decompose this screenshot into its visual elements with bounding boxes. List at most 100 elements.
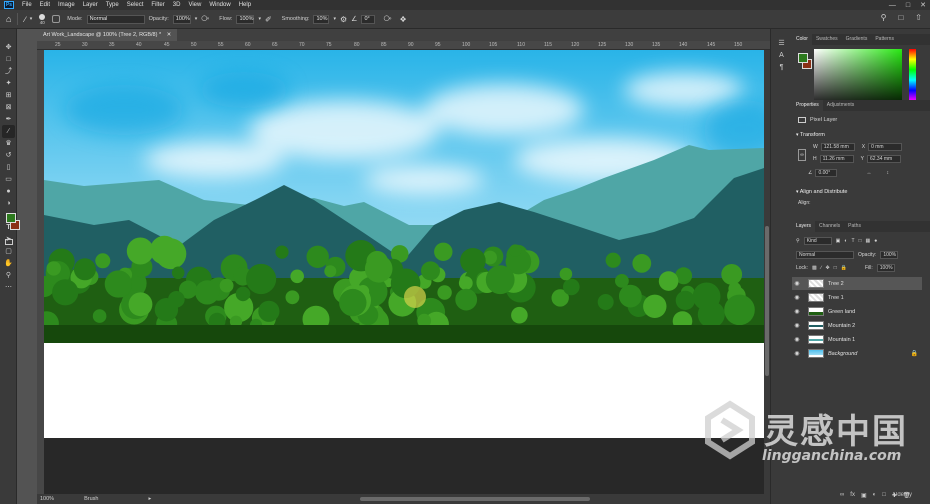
menu-window[interactable]: Window [205, 2, 234, 8]
close-icon[interactable]: ✕ [920, 1, 926, 9]
layer-row-mountain-2[interactable]: ◉ Mountain 2 [792, 319, 922, 332]
brush-tool-icon[interactable]: ∕ [2, 125, 15, 138]
eye-icon[interactable]: ◉ [792, 350, 802, 357]
filter-toggle-icon[interactable]: ● [874, 238, 877, 244]
layer-name[interactable]: Mountain 1 [828, 337, 855, 343]
brush-settings-icon[interactable] [52, 15, 61, 23]
character-panel-icon[interactable]: A [777, 51, 786, 60]
eye-icon[interactable]: ◉ [792, 308, 802, 315]
menu-select[interactable]: Select [123, 2, 148, 8]
filter-smart-icon[interactable]: ▦ [866, 238, 871, 244]
brush-preset-picker[interactable]: 40 [36, 13, 48, 25]
lock-brush-icon[interactable]: ∕ [821, 265, 822, 271]
canvas-area[interactable] [44, 50, 764, 494]
minimize-icon[interactable]: — [889, 2, 896, 9]
menu-image[interactable]: Image [54, 2, 79, 8]
mode-select[interactable]: Normal [86, 14, 145, 24]
tab-paths[interactable]: Paths [844, 221, 865, 232]
stamp-tool-icon[interactable]: ♛ [4, 139, 13, 148]
menu-type[interactable]: Type [102, 2, 123, 8]
tab-adjustments[interactable]: Adjustments [823, 100, 859, 111]
flip-horizontal-icon[interactable]: ↔ [866, 170, 871, 176]
menu-edit[interactable]: Edit [36, 2, 54, 8]
tab-color[interactable]: Color [792, 34, 812, 45]
hand-tool-icon[interactable]: ✋ [4, 259, 13, 268]
tab-swatches[interactable]: Swatches [812, 34, 842, 45]
workspace-icon[interactable]: □ [898, 13, 903, 22]
crop-tool-icon[interactable]: ⊞ [4, 91, 13, 100]
brush-tool-icon[interactable]: ∕ [24, 15, 25, 24]
fx-icon[interactable]: fx [850, 492, 855, 499]
foreground-color-swatch[interactable] [6, 213, 16, 223]
tab-patterns[interactable]: Patterns [871, 34, 898, 45]
menu-file[interactable]: File [18, 2, 36, 8]
align-header[interactable]: ▾ Align and Distribute [796, 189, 847, 195]
airbrush-icon[interactable]: ✐ [265, 15, 272, 24]
maximize-icon[interactable]: □ [906, 2, 910, 9]
lasso-tool-icon[interactable]: ⤴ [4, 67, 13, 76]
lock-all-icon[interactable]: 🔒 [841, 265, 847, 271]
layer-row-mountain-1[interactable]: ◉ Mountain 1 [792, 333, 922, 346]
zoom-tool-icon[interactable]: ⚲ [4, 271, 13, 280]
horizontal-scroll-thumb[interactable] [360, 497, 590, 501]
tab-layers[interactable]: Layers [792, 221, 816, 232]
layer-name[interactable]: Green land [828, 309, 855, 315]
mask-icon[interactable]: ▣ [861, 492, 867, 499]
close-tab-icon[interactable]: ✕ [167, 32, 172, 38]
artwork-canvas[interactable] [44, 50, 764, 494]
more-tools-icon[interactable]: ⋯ [4, 283, 13, 292]
eye-icon[interactable]: ◉ [792, 322, 802, 329]
opacity-field[interactable]: 100% [172, 14, 191, 24]
gradient-tool-icon[interactable]: ▭ [4, 175, 13, 184]
shape-tool-icon[interactable]: ▢ [4, 247, 13, 256]
eyedropper-icon[interactable]: ✒ [4, 115, 13, 124]
eye-icon[interactable]: ◉ [792, 294, 802, 301]
layer-row-tree-1[interactable]: ◉ Tree 1 [792, 291, 922, 304]
menu-view[interactable]: View [184, 2, 205, 8]
filter-kind-select[interactable]: Kind [803, 237, 832, 245]
layer-name[interactable]: Tree 1 [828, 295, 844, 301]
angle-field[interactable]: 0.00° [815, 169, 838, 177]
eraser-tool-icon[interactable]: ▯ [4, 163, 13, 172]
dodge-tool-icon[interactable]: ◑ [4, 199, 13, 208]
magic-wand-icon[interactable]: ✦ [4, 79, 13, 88]
filter-shape-icon[interactable]: □ [859, 238, 862, 244]
history-brush-icon[interactable]: ↺ [4, 151, 13, 160]
paragraph-panel-icon[interactable]: ¶ [777, 63, 786, 72]
transform-header[interactable]: ▾ Transform [796, 132, 825, 138]
flow-field[interactable]: 100% [236, 14, 255, 24]
status-arrow-icon[interactable]: ▸ [148, 496, 151, 502]
search-icon[interactable]: ⚲ [881, 13, 887, 22]
height-field[interactable]: 11.26 mm [819, 155, 854, 163]
chevron-down-icon[interactable]: ▾ [258, 16, 261, 22]
lock-artboard-icon[interactable]: □ [834, 265, 837, 271]
tab-gradients[interactable]: Gradients [842, 34, 872, 45]
width-field[interactable]: 121.58 mm [820, 143, 855, 151]
marquee-tool-icon[interactable]: □ [4, 55, 13, 64]
fill-field[interactable]: 100% [876, 264, 895, 272]
tab-channels[interactable]: Channels [815, 221, 844, 232]
adjustment-layer-icon[interactable]: ◐ [873, 492, 877, 499]
menu-help[interactable]: Help [235, 2, 255, 8]
y-field[interactable]: 62.34 mm [866, 155, 901, 163]
filter-adjust-icon[interactable]: ◐ [844, 238, 847, 244]
smoothing-field[interactable]: 10% [313, 14, 330, 24]
filter-type-icon[interactable]: T [851, 238, 854, 244]
home-icon[interactable]: ⌂ [6, 14, 11, 24]
eye-icon[interactable]: ◉ [792, 336, 802, 343]
layer-name[interactable]: Tree 2 [828, 281, 844, 287]
zoom-level[interactable]: 100% [40, 496, 54, 502]
frame-tool-icon[interactable]: ⊠ [4, 103, 13, 112]
pressure-opacity-icon[interactable]: ⧂ [201, 14, 209, 24]
layer-row-tree-2[interactable]: ◉ Tree 2 [792, 277, 922, 290]
lock-transparent-icon[interactable]: ▩ [812, 265, 817, 271]
layer-row-background[interactable]: ◉ Background 🔒 [792, 347, 922, 360]
angle-field[interactable]: 0° [361, 14, 376, 24]
layer-name[interactable]: Mountain 2 [828, 323, 855, 329]
fg-color-chip[interactable] [798, 53, 808, 63]
history-panel-icon[interactable]: ☰ [777, 39, 786, 48]
layer-opacity-field[interactable]: 100% [880, 251, 899, 259]
link-dimensions-icon[interactable]: ∞ [798, 149, 806, 161]
menu-layer[interactable]: Layer [79, 2, 102, 8]
vertical-scroll-thumb[interactable] [765, 226, 769, 376]
